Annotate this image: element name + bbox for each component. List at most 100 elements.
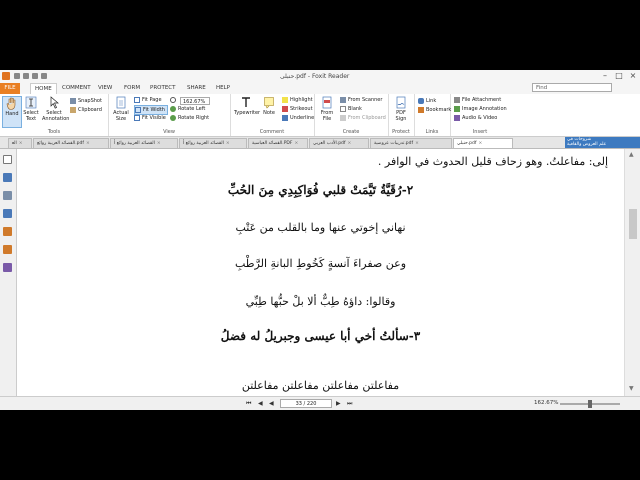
promo-banner: ﺷﺮﻭﺣﺎﺕ ﻓﻲ ﻋﻠﻢ ﺍﻟﻌﺮﻭﺽ ﻭﺍﻟﻘﺎﻓﻴﺔ bbox=[565, 137, 640, 148]
select-text-button[interactable]: Select Text bbox=[22, 96, 40, 126]
menu-home[interactable]: HOME bbox=[30, 83, 57, 94]
menu-view[interactable]: VIEW bbox=[94, 83, 116, 94]
doc-tab[interactable]: ﺍﻟﻘﺼﺎﺋﺪ ﺍﻟﻌﺮﺑﻴﺔ ﺭﻭﺍﺋﻊ ﺃ × bbox=[179, 138, 247, 148]
underline-icon bbox=[282, 114, 288, 121]
prev-page-icon[interactable]: ◀ bbox=[258, 400, 263, 407]
close-window-button[interactable]: × bbox=[626, 71, 640, 81]
pdf-sign-label: PDF Sign bbox=[395, 110, 407, 122]
tab-close-icon[interactable]: × bbox=[294, 139, 298, 148]
select-text-label: Select Text bbox=[23, 110, 39, 122]
foxit-reader-window: حنبلی.pdf - Foxit Reader – □ × FILE HOME… bbox=[0, 70, 640, 410]
actual-size-button[interactable]: Actual Size bbox=[112, 96, 130, 126]
tab-close-icon[interactable]: × bbox=[157, 139, 161, 148]
image-annotation-button[interactable]: Image Annotation bbox=[454, 105, 507, 113]
doc-tab[interactable]: ﺍﻟﻘﺼﺎﺋﺪ ﺍﻟﻌﺒﺎﺳﻴﺔ.PDF × bbox=[248, 138, 308, 148]
menu-protect[interactable]: PROTECT bbox=[146, 83, 180, 94]
find-input[interactable]: Find bbox=[532, 83, 612, 92]
select-annotation-button[interactable]: Select Annotation bbox=[42, 96, 69, 126]
snapshot-button[interactable]: SnapShot bbox=[70, 97, 102, 105]
from-file-button[interactable]: From File bbox=[318, 96, 336, 126]
arrow-pointer-icon bbox=[50, 96, 59, 109]
navigation-sidebar bbox=[0, 149, 17, 396]
security-panel-icon[interactable] bbox=[3, 245, 12, 254]
scroll-down-icon[interactable]: ▼ bbox=[629, 385, 634, 392]
fit-page-button[interactable]: Fit Page bbox=[134, 96, 162, 104]
print-icon[interactable] bbox=[32, 73, 38, 79]
doc-tab[interactable]: ﺗﺪﺭﻳﺒﺎﺕ ﻋﺮﻭﺿﻴﺔ.pdf × bbox=[370, 138, 452, 148]
typewriter-label: Typewriter bbox=[234, 110, 261, 116]
scroll-thumb[interactable] bbox=[629, 209, 637, 239]
doc-tab[interactable]: ﺍﻟﻌ × bbox=[8, 138, 32, 148]
tab-close-icon[interactable]: × bbox=[86, 139, 90, 148]
zoom-slider-knob[interactable] bbox=[588, 400, 592, 408]
pages-panel-icon[interactable] bbox=[3, 155, 12, 164]
note-button[interactable]: Note bbox=[260, 96, 278, 126]
underline-button[interactable]: Underline bbox=[282, 114, 314, 122]
menu-form[interactable]: FORM bbox=[120, 83, 144, 94]
tab-close-icon[interactable]: × bbox=[415, 139, 419, 148]
layers-panel-icon[interactable] bbox=[3, 191, 12, 200]
attachments-panel-icon[interactable] bbox=[3, 227, 12, 236]
pdf-sign-button[interactable]: PDF Sign bbox=[392, 96, 410, 126]
file-attachment-button[interactable]: File Attachment bbox=[454, 96, 501, 104]
tab-close-icon[interactable]: × bbox=[348, 139, 352, 148]
menu-help[interactable]: HELP bbox=[212, 83, 234, 94]
menu-comment[interactable]: COMMENT bbox=[58, 83, 95, 94]
clipboard-button[interactable]: Clipboard bbox=[70, 106, 102, 114]
tab-close-icon[interactable]: × bbox=[478, 139, 482, 148]
link-button[interactable]: Link bbox=[418, 97, 436, 105]
save-icon[interactable] bbox=[23, 73, 29, 79]
link-icon bbox=[418, 97, 424, 104]
doc-tab[interactable]: ﺍﻟﻘﺼﺎﺋﺪ ﺍﻟﻌﺮﺑﻴﺔ ﺭﻭﺍﺋﻊ ﺃ × bbox=[110, 138, 178, 148]
bookmark-button[interactable]: Bookmark bbox=[418, 106, 451, 114]
actual-size-icon bbox=[116, 96, 126, 109]
fit-page-icon bbox=[134, 96, 140, 103]
menu-share[interactable]: SHARE bbox=[183, 83, 210, 94]
first-page-icon[interactable]: ⏮ bbox=[246, 400, 251, 408]
vertical-scrollbar[interactable]: ▲ ▼ bbox=[624, 149, 640, 396]
from-clipboard-button[interactable]: From Clipboard bbox=[340, 114, 386, 122]
doc-tab[interactable]: ﺍﻟﻘﺼﺎﺋﺪ ﺍﻟﻌﺮﺑﻴﺔ ﺭﻭﺍﺋﻊ.pdf × bbox=[33, 138, 109, 148]
doc-tab[interactable]: ﺍﻷﺩﺏ ﺍﻟﻌﺮﺑﻲ.pdf × bbox=[309, 138, 369, 148]
last-page-icon[interactable]: ⏭ bbox=[347, 400, 352, 408]
tab-close-icon[interactable]: × bbox=[19, 139, 23, 148]
page-number-input[interactable]: 33 / 220 bbox=[280, 399, 332, 408]
strikeout-button[interactable]: Strikeout bbox=[282, 105, 313, 113]
tab-close-icon[interactable]: × bbox=[226, 139, 230, 148]
minimize-button[interactable]: – bbox=[598, 71, 612, 81]
highlight-button[interactable]: Highlight bbox=[282, 96, 313, 104]
foxit-app-icon[interactable] bbox=[2, 72, 10, 80]
rotate-right-button[interactable]: Rotate Right bbox=[170, 114, 209, 122]
open-icon[interactable] bbox=[14, 73, 20, 79]
audio-video-button[interactable]: Audio & Video bbox=[454, 114, 497, 122]
document-tabs: ﺍﻟﻌ × ﺍﻟﻘﺼﺎﺋﺪ ﺍﻟﻌﺮﺑﻴﺔ ﺭﻭﺍﺋﻊ.pdf × ﺍﻟﻘﺼﺎﺋﺪ … bbox=[0, 137, 640, 149]
hand-tool-button[interactable]: Hand bbox=[2, 96, 22, 128]
pdf-sign-icon bbox=[396, 96, 406, 109]
clipboard-page-icon bbox=[340, 114, 346, 121]
doc-tab-active[interactable]: ﺣﻨﺒﻠﻲ.pdf × bbox=[453, 138, 513, 148]
prev-view-icon[interactable]: ◀ bbox=[269, 400, 274, 407]
from-scanner-button[interactable]: From Scanner bbox=[340, 96, 382, 104]
scroll-up-icon[interactable]: ▲ bbox=[629, 151, 634, 158]
maximize-button[interactable]: □ bbox=[612, 71, 626, 81]
doc-line: نهاني إخوتي عنها وما بالقلب من عَتْبِ bbox=[235, 221, 406, 234]
next-page-icon[interactable]: ▶ bbox=[336, 400, 341, 407]
typewriter-button[interactable]: Typewriter bbox=[234, 96, 261, 126]
zoom-slider[interactable] bbox=[560, 400, 620, 408]
blank-page-icon bbox=[340, 105, 346, 112]
rotate-left-button[interactable]: Rotate Left bbox=[170, 105, 205, 113]
zoom-select[interactable]: 162.67% bbox=[180, 97, 210, 105]
status-bar: ⏮ ◀ ◀ 33 / 220 ▶ ⏭ 162.67% bbox=[0, 396, 640, 410]
menu-file[interactable]: FILE bbox=[0, 83, 20, 94]
bookmark-icon bbox=[418, 106, 424, 113]
undo-icon[interactable] bbox=[41, 73, 47, 79]
comments-panel-icon[interactable] bbox=[3, 209, 12, 218]
links-group: Link Bookmark Links bbox=[414, 94, 451, 136]
fit-visible-button[interactable]: Fit Visible bbox=[134, 114, 166, 122]
fit-width-icon bbox=[135, 106, 141, 113]
signatures-panel-icon[interactable] bbox=[3, 263, 12, 272]
fit-visible-icon bbox=[134, 114, 140, 121]
comment-group-label: Comment bbox=[259, 129, 285, 135]
bookmarks-panel-icon[interactable] bbox=[3, 173, 12, 182]
blank-button[interactable]: Blank bbox=[340, 105, 362, 113]
